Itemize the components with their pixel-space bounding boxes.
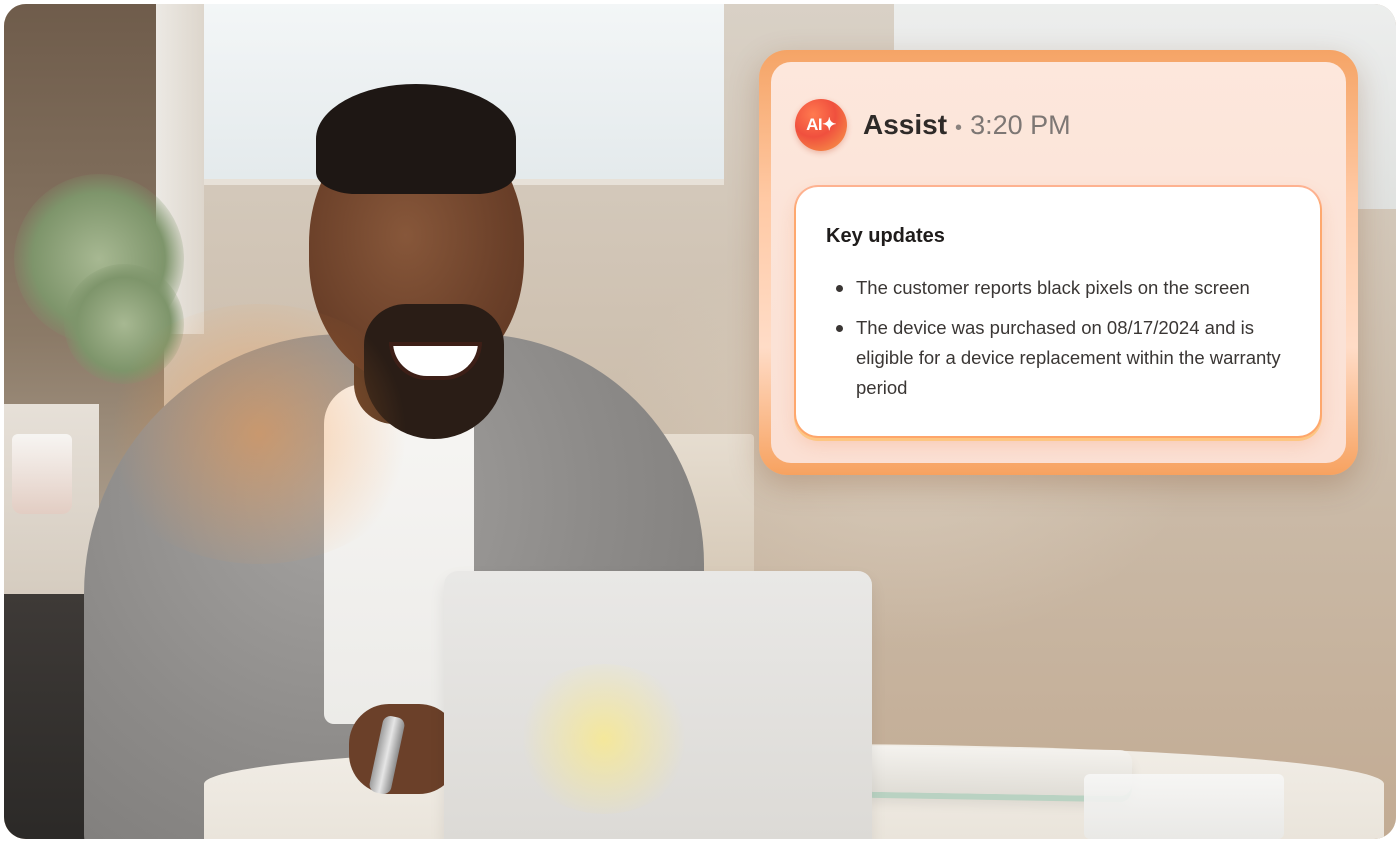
- assist-card: AI✦ Assist • 3:20 PM Key updates The cus…: [759, 50, 1358, 475]
- message-timestamp: 3:20 PM: [970, 110, 1071, 140]
- person-hand: [349, 704, 459, 794]
- key-updates-list: The customer reports black pixels on the…: [826, 273, 1296, 413]
- warm-light-flare: [94, 304, 424, 564]
- ai-sparkle-icon: AI✦: [795, 99, 847, 151]
- update-text: The customer reports black pixels on the…: [856, 277, 1250, 298]
- list-item: The device was purchased on 08/17/2024 a…: [826, 313, 1296, 403]
- key-updates-panel: Key updates The customer reports black p…: [796, 187, 1320, 436]
- tray: [1084, 774, 1284, 839]
- glass: [12, 434, 72, 514]
- update-text: The device was purchased on 08/17/2024 a…: [856, 317, 1281, 398]
- person-hair: [316, 84, 516, 194]
- bullet-icon: [836, 285, 843, 292]
- key-updates-title: Key updates: [826, 225, 945, 247]
- separator-dot: •: [955, 117, 963, 139]
- assist-card-body: AI✦ Assist • 3:20 PM Key updates The cus…: [771, 62, 1346, 463]
- list-item: The customer reports black pixels on the…: [826, 273, 1296, 303]
- assist-title: Assist: [863, 109, 948, 140]
- assist-card-header: AI✦ Assist • 3:20 PM: [795, 99, 1071, 151]
- laptop-light-flare: [514, 664, 694, 814]
- bullet-icon: [836, 325, 843, 332]
- assist-header-text: Assist • 3:20 PM: [863, 109, 1071, 141]
